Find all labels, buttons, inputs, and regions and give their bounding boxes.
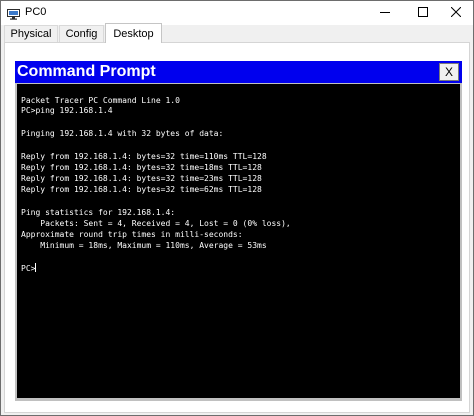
terminal-line: Packet Tracer PC Command Line 1.0 <box>21 96 180 105</box>
close-window-button[interactable] <box>439 1 473 25</box>
maximize-icon <box>418 4 428 22</box>
close-icon <box>450 4 462 22</box>
minimize-button[interactable] <box>368 1 402 25</box>
maximize-button[interactable] <box>406 1 440 25</box>
terminal-prompt-line[interactable]: PC> <box>21 263 37 274</box>
command-prompt-window: Command Prompt X Packet Tracer PC Comman… <box>15 61 462 401</box>
terminal-prompt: PC> <box>21 264 36 273</box>
title-bar[interactable]: PC0 <box>1 1 473 25</box>
terminal-line: Packets: Sent = 4, Received = 4, Lost = … <box>21 219 291 228</box>
desktop-content: Command Prompt X Packet Tracer PC Comman… <box>4 42 470 413</box>
terminal-line: Minimum = 18ms, Maximum = 110ms, Average… <box>21 241 267 250</box>
terminal-line: Reply from 192.168.1.4: bytes=32 time=23… <box>21 174 262 183</box>
pc0-window: PC0 Physical Config Desktop Command Prom… <box>0 0 474 416</box>
terminal-line: Reply from 192.168.1.4: bytes=32 time=18… <box>21 163 262 172</box>
terminal-line: Ping statistics for 192.168.1.4: <box>21 208 176 217</box>
window-title: PC0 <box>25 6 47 18</box>
terminal-line: Approximate round trip times in milli-se… <box>21 230 243 239</box>
tab-bar: Physical Config Desktop <box>1 23 473 43</box>
command-prompt-title: Command Prompt <box>17 63 156 80</box>
command-prompt-close-button[interactable]: X <box>439 63 459 81</box>
minimize-icon <box>380 4 390 22</box>
tab-physical[interactable]: Physical <box>4 25 58 42</box>
command-prompt-header[interactable]: Command Prompt X <box>15 61 462 83</box>
tab-config[interactable]: Config <box>59 25 104 42</box>
terminal-line: Reply from 192.168.1.4: bytes=32 time=11… <box>21 152 267 161</box>
text-cursor <box>35 263 37 272</box>
terminal-line: Pinging 192.168.1.4 with 32 bytes of dat… <box>21 129 224 138</box>
tab-desktop[interactable]: Desktop <box>105 23 162 43</box>
pc-monitor-icon <box>7 7 20 20</box>
terminal-output[interactable]: Packet Tracer PC Command Line 1.0 PC>pin… <box>17 84 460 398</box>
terminal-line: Reply from 192.168.1.4: bytes=32 time=62… <box>21 185 262 194</box>
terminal-line: PC>ping 192.168.1.4 <box>21 106 113 115</box>
